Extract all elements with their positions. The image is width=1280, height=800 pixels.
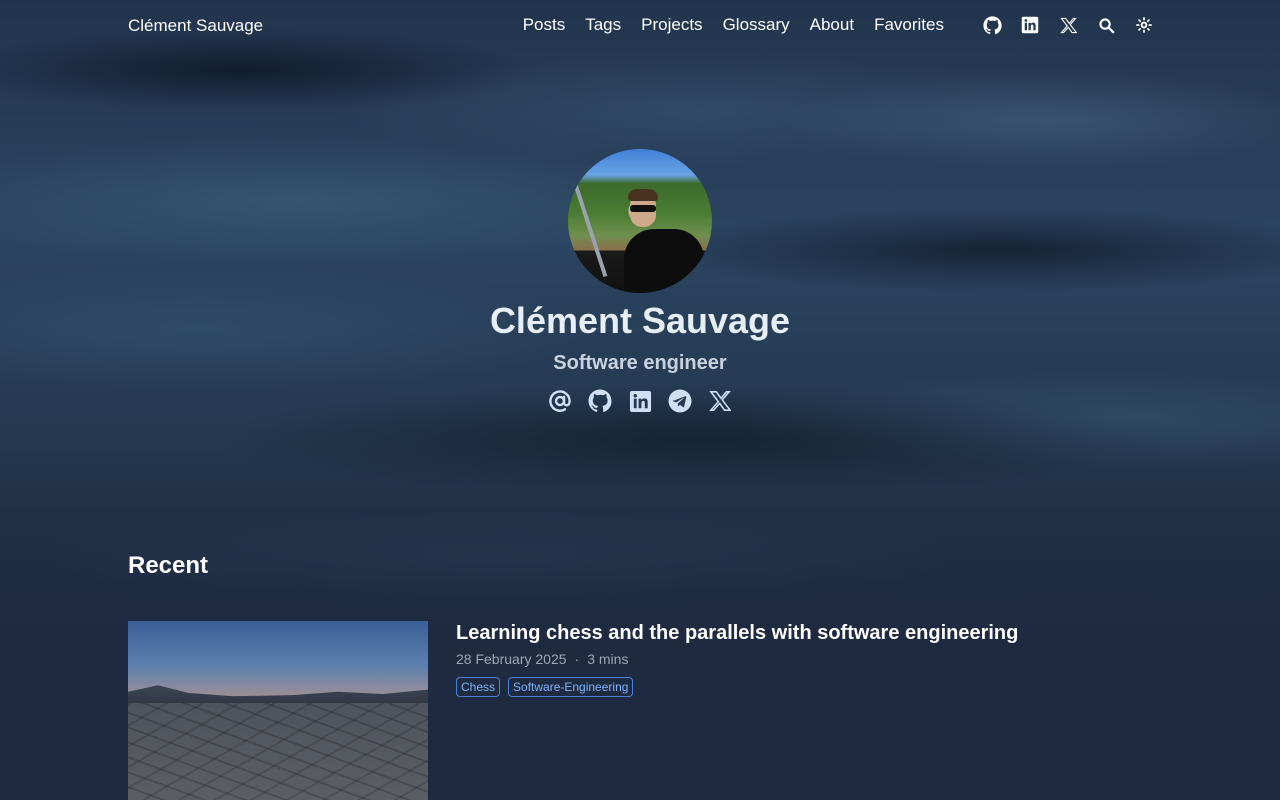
tag-software-engineering[interactable]: Software-Engineering [508,677,634,697]
post-tags: Chess Software-Engineering [456,677,641,697]
search-icon[interactable] [1096,15,1116,35]
hero-role: Software engineer [553,352,727,374]
email-icon[interactable] [548,388,572,414]
post-date: 28 February 2025 [456,651,567,667]
theme-toggle-icon[interactable] [1134,15,1154,35]
post-title-link[interactable]: Learning chess and the parallels with so… [456,622,1018,645]
nav-item-tags[interactable]: Tags [585,15,621,35]
nav-item-glossary[interactable]: Glossary [723,15,790,35]
linkedin-icon[interactable] [628,388,652,414]
nav-item-projects[interactable]: Projects [641,15,702,35]
avatar [568,149,712,293]
page: Clément Sauvage Posts Tags Projects Glos… [0,0,1280,800]
github-icon[interactable] [588,388,612,414]
github-icon[interactable] [982,15,1002,35]
post-meta: 28 February 2025 · 3 mins [456,651,628,667]
brand-link[interactable]: Clément Sauvage [128,16,263,36]
meta-separator: · [574,651,580,667]
post-read-time: 3 mins [587,651,629,667]
top-nav: Clément Sauvage Posts Tags Projects Glos… [0,0,1280,52]
hero-name: Clément Sauvage [489,300,791,341]
social-links [548,388,748,414]
x-icon[interactable] [708,388,732,414]
tag-chess[interactable]: Chess [456,677,501,697]
post-thumbnail[interactable] [128,621,428,800]
linkedin-icon[interactable] [1020,15,1040,35]
telegram-icon[interactable] [668,388,692,414]
recent-heading: Recent [128,552,209,579]
nav-menu: Posts Tags Projects Glossary About Favor… [523,15,1154,35]
x-icon[interactable] [1058,15,1078,35]
nav-item-favorites[interactable]: Favorites [874,15,944,35]
nav-item-about[interactable]: About [810,15,854,35]
nav-item-posts[interactable]: Posts [523,15,566,35]
